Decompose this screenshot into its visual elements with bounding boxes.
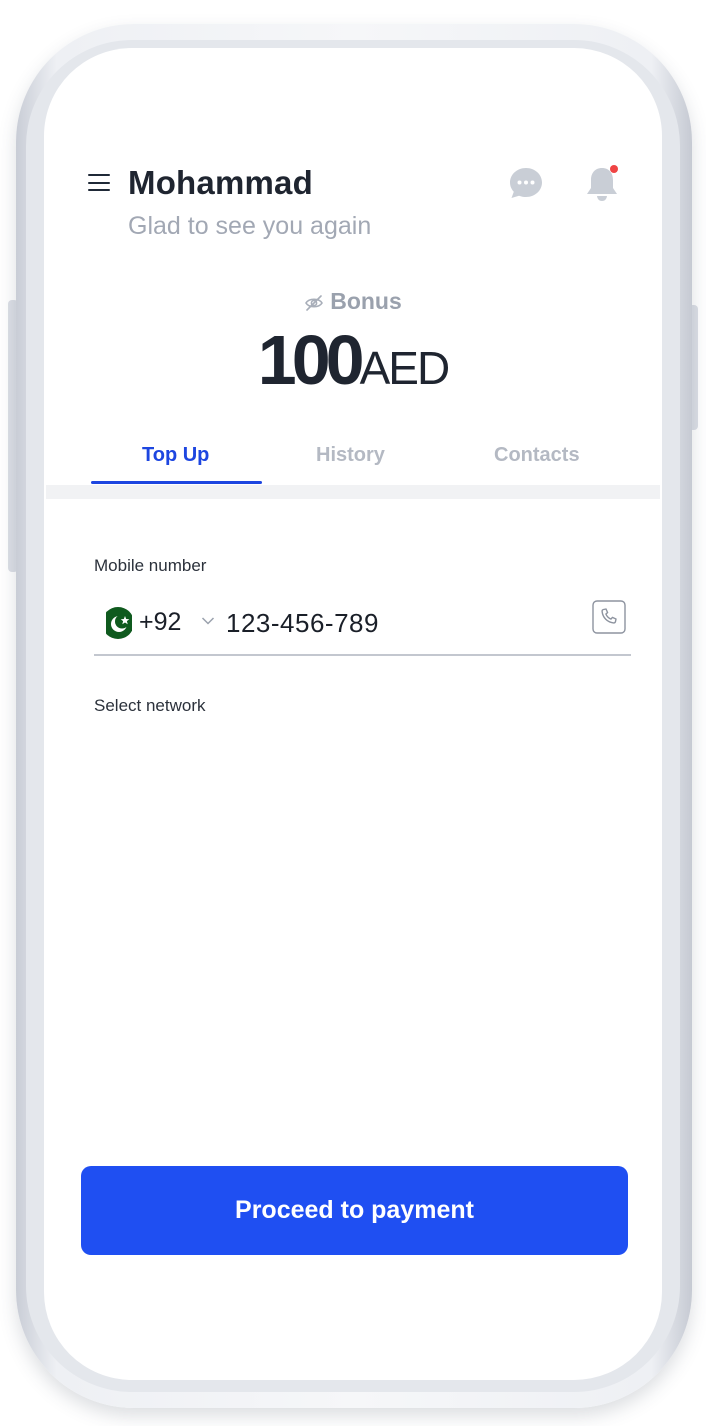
user-name: Mohammad <box>128 164 313 201</box>
eye-off-icon[interactable] <box>304 295 324 311</box>
select-network-label: Select network <box>94 696 206 715</box>
tab-history[interactable]: History <box>316 444 385 467</box>
phone-number-input[interactable] <box>226 604 566 642</box>
app-screen: Mohammad Glad to see you again Bonus 100… <box>44 48 662 1380</box>
active-tab-indicator <box>91 481 262 484</box>
balance-currency: AED <box>359 342 451 394</box>
tabs-divider <box>46 485 660 499</box>
chevron-down-icon[interactable] <box>201 616 215 626</box>
tab-top-up[interactable]: Top Up <box>142 444 209 467</box>
dial-code-select[interactable]: +92 <box>139 608 181 637</box>
bell-icon[interactable] <box>582 162 622 204</box>
balance-value: 100 <box>257 321 365 399</box>
balance-label[interactable]: Bonus <box>44 288 662 315</box>
mobile-number-label: Mobile number <box>94 556 207 575</box>
menu-icon[interactable] <box>88 174 110 192</box>
phone-book-icon[interactable] <box>592 600 626 634</box>
pakistan-flag-icon[interactable] <box>100 605 134 641</box>
phone-input-underline <box>94 654 631 656</box>
balance-amount: 100AED <box>44 320 662 400</box>
bonus-text: Bonus <box>330 288 402 314</box>
tab-contacts[interactable]: Contacts <box>494 444 580 467</box>
notification-dot <box>610 165 618 173</box>
proceed-to-payment-button[interactable]: Proceed to payment <box>81 1166 628 1255</box>
chat-icon[interactable] <box>508 166 544 200</box>
greeting-text: Glad to see you again <box>128 212 372 240</box>
